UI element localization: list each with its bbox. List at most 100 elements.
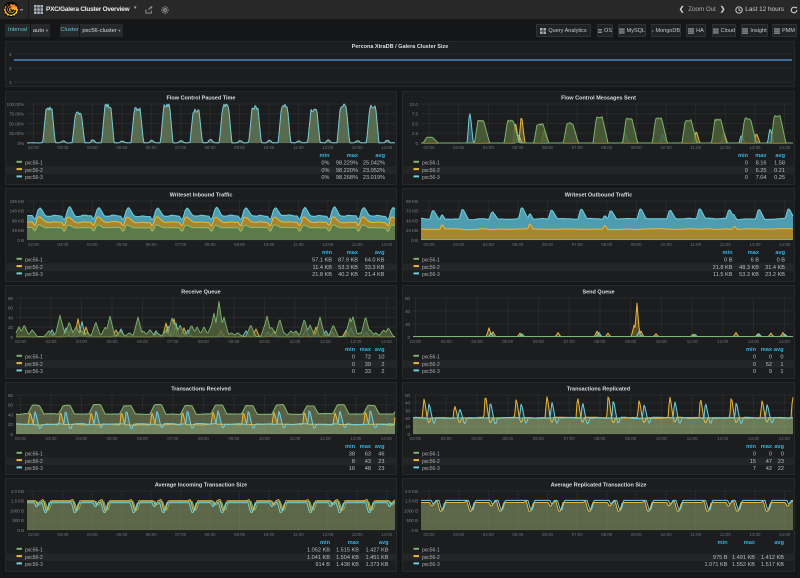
svg-text:min: min (320, 153, 331, 159)
svg-text:500 B: 500 B (13, 518, 25, 523)
svg-text:pxc56-2: pxc56-2 (25, 555, 43, 561)
svg-text:21.8 KB: 21.8 KB (312, 272, 332, 278)
svg-text:pxc56-2: pxc56-2 (422, 555, 440, 561)
svg-text:avg: avg (379, 540, 389, 546)
svg-text:09:00: 09:00 (631, 145, 643, 150)
svg-text:pxc56-1: pxc56-1 (422, 355, 440, 361)
svg-text:48: 48 (365, 466, 371, 472)
svg-text:12:00: 12:00 (717, 339, 729, 344)
svg-text:31.4 KB: 31.4 KB (765, 265, 785, 271)
svg-text:pxc56-1: pxc56-1 (422, 161, 440, 167)
svg-text:14:00: 14:00 (779, 339, 791, 344)
svg-text:max: max (744, 540, 756, 546)
svg-text:1.552 KB: 1.552 KB (732, 562, 755, 568)
svg-text:min: min (746, 444, 757, 450)
svg-text:06:00: 06:00 (137, 436, 149, 441)
svg-text:0 B: 0 B (411, 528, 418, 533)
svg-text:06:00: 06:00 (533, 339, 545, 344)
svg-text:avg: avg (775, 250, 785, 256)
svg-text:04:00: 04:00 (483, 532, 495, 537)
svg-text:min: min (723, 250, 734, 256)
svg-text:08:00: 08:00 (601, 145, 613, 150)
svg-text:14:00: 14:00 (779, 145, 791, 150)
svg-text:0: 0 (11, 431, 14, 436)
svg-text:05:00: 05:00 (512, 145, 524, 150)
svg-text:16: 16 (349, 466, 355, 472)
svg-text:0: 0 (753, 451, 756, 457)
svg-text:12:00: 12:00 (320, 436, 332, 441)
svg-text:98 KB: 98 KB (406, 199, 418, 204)
svg-text:46: 46 (378, 451, 384, 457)
svg-text:06:00: 06:00 (542, 145, 554, 150)
svg-text:min: min (322, 250, 333, 256)
svg-text:2.0 KB: 2.0 KB (405, 489, 418, 494)
svg-text:pxc56-3: pxc56-3 (25, 466, 43, 472)
svg-text:75.00%: 75.00% (9, 112, 24, 117)
svg-text:40: 40 (405, 309, 410, 314)
svg-text:0 B: 0 B (724, 258, 733, 264)
svg-text:pxc56-3: pxc56-3 (25, 272, 43, 278)
svg-text:min: min (738, 153, 749, 159)
svg-text:Flow Control Messages Sent: Flow Control Messages Sent (561, 96, 636, 102)
svg-text:8: 8 (352, 458, 355, 464)
svg-text:max: max (360, 347, 372, 353)
svg-text:14:00: 14:00 (381, 436, 393, 441)
svg-text:50.00%: 50.00% (9, 121, 24, 126)
svg-text:13:00: 13:00 (748, 436, 760, 441)
svg-text:64.0 KB: 64.0 KB (365, 258, 385, 264)
svg-text:pxc56-2: pxc56-2 (25, 265, 43, 271)
svg-text:08:00: 08:00 (601, 532, 613, 537)
svg-text:0 B: 0 B (777, 258, 786, 264)
svg-text:pxc56-3: pxc56-3 (422, 272, 440, 278)
svg-text:21.8 KB: 21.8 KB (713, 265, 733, 271)
svg-text:avg: avg (375, 153, 385, 159)
svg-text:13:00: 13:00 (352, 242, 364, 247)
svg-text:04:00: 04:00 (76, 339, 88, 344)
svg-text:pxc56-3: pxc56-3 (25, 369, 43, 375)
svg-text:0.21: 0.21 (774, 168, 785, 174)
svg-text:05:00: 05:00 (512, 532, 524, 537)
svg-text:73 KB: 73 KB (406, 209, 418, 214)
svg-text:Flow Control Paused Time: Flow Control Paused Time (167, 96, 236, 102)
svg-text:pxc56-2: pxc56-2 (25, 458, 43, 464)
svg-text:07:00: 07:00 (167, 436, 179, 441)
svg-text:11:00: 11:00 (687, 339, 698, 344)
svg-text:04:00: 04:00 (87, 532, 99, 537)
svg-text:11.5 KB: 11.5 KB (713, 272, 733, 278)
svg-text:72: 72 (365, 355, 371, 361)
svg-text:10:00: 10:00 (661, 242, 673, 247)
svg-text:7.5: 7.5 (412, 112, 419, 117)
svg-text:0%: 0% (321, 161, 329, 167)
svg-text:10.0: 10.0 (409, 102, 418, 107)
svg-text:0: 0 (753, 355, 756, 361)
svg-text:pxc56-2: pxc56-2 (422, 168, 440, 174)
svg-text:12:00: 12:00 (322, 242, 334, 247)
svg-text:49 KB: 49 KB (406, 218, 418, 223)
svg-text:10: 10 (405, 424, 410, 429)
svg-text:10:00: 10:00 (661, 532, 673, 537)
svg-text:04:00: 04:00 (87, 242, 99, 247)
svg-text:20: 20 (405, 416, 410, 421)
svg-text:2: 2 (381, 369, 384, 375)
svg-text:min: min (345, 444, 356, 450)
svg-text:1.071 KB: 1.071 KB (704, 562, 727, 568)
svg-text:80: 80 (8, 296, 13, 301)
svg-text:12:00: 12:00 (322, 145, 334, 150)
svg-text:min: min (320, 540, 331, 546)
svg-text:1000 B: 1000 B (10, 508, 24, 513)
svg-text:13:00: 13:00 (350, 436, 362, 441)
svg-text:146 KB: 146 KB (10, 209, 24, 214)
svg-text:39: 39 (365, 362, 371, 368)
svg-text:1: 1 (780, 362, 783, 368)
svg-text:pxc56-1: pxc56-1 (25, 355, 43, 361)
svg-text:05:00: 05:00 (116, 145, 128, 150)
svg-text:50: 50 (405, 392, 410, 397)
svg-text:23.019%: 23.019% (363, 175, 385, 181)
svg-text:12:00: 12:00 (717, 436, 729, 441)
svg-text:02:00: 02:00 (15, 339, 27, 344)
svg-text:98.220%: 98.220% (336, 168, 358, 174)
svg-text:23.052%: 23.052% (363, 168, 385, 174)
svg-text:0 B: 0 B (17, 238, 24, 243)
svg-text:9: 9 (769, 369, 772, 375)
svg-text:avg: avg (774, 540, 784, 546)
